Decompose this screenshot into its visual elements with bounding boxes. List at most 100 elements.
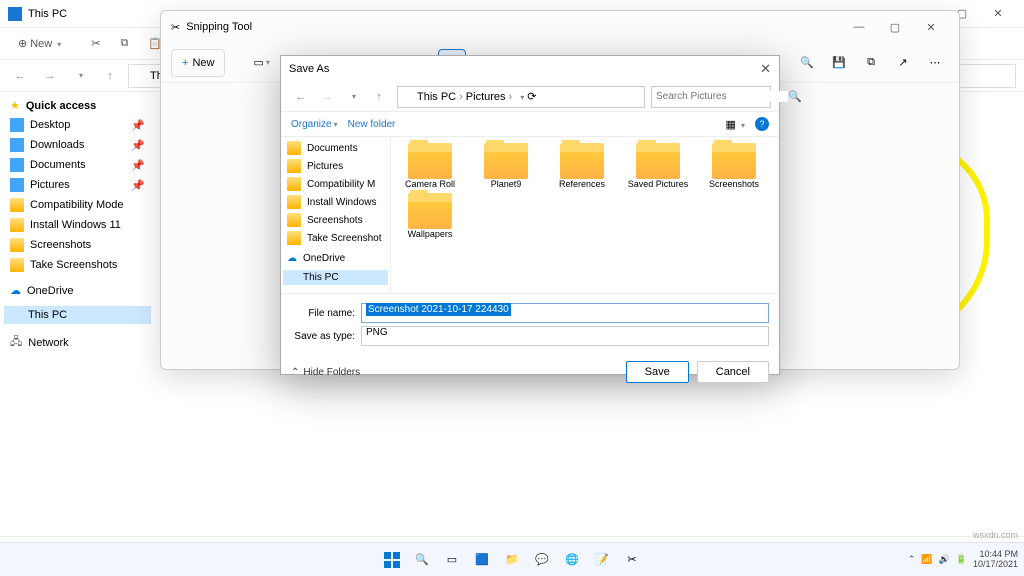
folder-icon [10, 158, 24, 172]
sidebar-item[interactable]: Downloads📌 [4, 135, 151, 155]
mode-button[interactable]: ▭ [247, 49, 275, 77]
sidebar-thispc[interactable]: This PC [4, 306, 151, 324]
forward-button[interactable]: → [315, 85, 339, 109]
explorer-button[interactable]: 📁 [499, 547, 525, 573]
chevron-down-icon[interactable] [518, 91, 524, 103]
sidebar-item[interactable]: Take Screenshot [283, 229, 388, 247]
saveas-address-bar[interactable]: This PC › Pictures › ⟳ [397, 86, 645, 108]
new-snip-button[interactable]: +New [171, 49, 225, 77]
forward-button[interactable]: → [38, 64, 62, 88]
up-button[interactable]: ↑ [367, 85, 391, 109]
app-button[interactable]: 📝 [589, 547, 615, 573]
sidebar-item[interactable]: Documents [283, 139, 388, 157]
history-button[interactable] [68, 64, 92, 88]
snip-titlebar: ✂ Snipping Tool — ▢ ✕ [161, 11, 959, 43]
sidebar-onedrive[interactable]: ☁OneDrive [283, 251, 388, 266]
hide-folders-button[interactable]: ⌃ Hide Folders [291, 367, 360, 378]
folder-item[interactable]: Camera Roll [397, 143, 463, 189]
back-button[interactable]: ← [8, 64, 32, 88]
pc-icon [10, 309, 22, 321]
copy-button[interactable]: ⧉ [112, 33, 136, 54]
new-button[interactable]: ⊕ New [10, 33, 69, 54]
folder-icon [10, 118, 24, 132]
sidebar-item[interactable]: Install Windows [283, 193, 388, 211]
folder-item[interactable]: Wallpapers [397, 193, 463, 239]
folder-item[interactable]: References [549, 143, 615, 189]
save-button[interactable]: 💾 [825, 49, 853, 77]
sidebar-item[interactable]: Compatibility Mode [4, 195, 151, 215]
chrome-button[interactable]: 🌐 [559, 547, 585, 573]
tray-chevron-icon[interactable]: ⌃ [908, 554, 916, 565]
view-button[interactable]: ▦ [726, 118, 745, 131]
close-button[interactable]: ✕ [760, 61, 771, 77]
sidebar-item[interactable]: Pictures📌 [4, 175, 151, 195]
wifi-icon[interactable]: 📶 [921, 554, 932, 565]
filename-label: File name: [291, 308, 355, 319]
sidebar-item[interactable]: Install Windows 11 [4, 215, 151, 235]
back-button[interactable]: ← [289, 85, 313, 109]
saveas-titlebar: Save As ✕ [281, 56, 779, 82]
folder-item[interactable]: Screenshots [701, 143, 767, 189]
maximize-button[interactable]: ▢ [877, 13, 913, 41]
search-input[interactable] [656, 91, 788, 102]
breadcrumb[interactable]: This PC [417, 91, 456, 103]
pc-icon [8, 7, 22, 21]
battery-icon[interactable]: 🔋 [956, 554, 967, 565]
widgets-button[interactable]: 🟦 [469, 547, 495, 573]
sidebar-onedrive[interactable]: ☁OneDrive [4, 281, 151, 300]
network-icon: 🖧 [10, 333, 22, 352]
new-folder-button[interactable]: New folder [348, 119, 396, 130]
sidebar-network[interactable]: 🖧Network [4, 330, 151, 355]
taskbar: 🔍 ▭ 🟦 📁 💬 🌐 📝 ✂ ⌃ 📶 🔊 🔋 10:44 PM 10/17/2… [0, 542, 1024, 576]
snip-icon: ✂ [171, 21, 180, 34]
system-tray[interactable]: ⌃ 📶 🔊 🔋 10:44 PM 10/17/2021 [908, 550, 1018, 570]
search-box[interactable]: 🔍 [651, 86, 771, 108]
help-button[interactable]: ? [755, 117, 769, 131]
folder-icon [10, 258, 24, 272]
folder-item[interactable]: Saved Pictures [625, 143, 691, 189]
folder-icon [10, 138, 24, 152]
sidebar-thispc[interactable]: This PC [283, 270, 388, 285]
cancel-button[interactable]: Cancel [697, 361, 769, 383]
minimize-button[interactable]: — [841, 13, 877, 41]
sidebar-item[interactable]: Take Screenshots [4, 255, 151, 275]
start-button[interactable] [379, 547, 405, 573]
sidebar-item[interactable]: Screenshots [283, 211, 388, 229]
close-button[interactable]: ✕ [913, 13, 949, 41]
cloud-icon: ☁ [10, 284, 21, 297]
chat-button[interactable]: 💬 [529, 547, 555, 573]
sidebar-quick-access[interactable]: ★Quick access [4, 96, 151, 115]
saveas-nav: ← → ↑ This PC › Pictures › ⟳ 🔍 [281, 82, 779, 112]
up-button[interactable]: ↑ [98, 64, 122, 88]
volume-icon[interactable]: 🔊 [939, 554, 950, 565]
filetype-select[interactable]: PNG [361, 326, 769, 346]
folder-item[interactable]: Planet9 [473, 143, 539, 189]
zoom-button[interactable]: 🔍 [793, 49, 821, 77]
history-button[interactable] [341, 85, 365, 109]
breadcrumb[interactable]: Pictures [466, 91, 506, 103]
cut-button[interactable]: ✂ [83, 33, 108, 54]
saveas-content[interactable]: Camera Roll Planet9 References Saved Pic… [391, 137, 779, 293]
pc-icon [402, 92, 414, 102]
taskview-button[interactable]: ▭ [439, 547, 465, 573]
filename-input[interactable]: Screenshot 2021-10-17 224430 [361, 303, 769, 323]
sidebar-item[interactable]: Screenshots [4, 235, 151, 255]
clock-date[interactable]: 10/17/2021 [973, 560, 1018, 570]
saveas-fields: File name: Screenshot 2021-10-17 224430 … [281, 294, 779, 355]
explorer-sidebar: ★Quick access Desktop📌 Downloads📌 Docume… [0, 92, 155, 536]
sidebar-item[interactable]: Documents📌 [4, 155, 151, 175]
organize-button[interactable]: Organize [291, 119, 338, 130]
saveas-footer: ⌃ Hide Folders Save Cancel [281, 355, 779, 389]
sidebar-item[interactable]: Compatibility M [283, 175, 388, 193]
sidebar-item[interactable]: Pictures [283, 157, 388, 175]
copy-button[interactable]: ⧉ [857, 49, 885, 77]
close-button[interactable]: ✕ [980, 0, 1016, 28]
more-button[interactable]: ⋯ [921, 49, 949, 77]
snip-button[interactable]: ✂ [619, 547, 645, 573]
snip-title-text: Snipping Tool [186, 21, 252, 33]
save-button[interactable]: Save [626, 361, 689, 383]
refresh-button[interactable]: ⟳ [527, 90, 536, 103]
sidebar-item[interactable]: Desktop📌 [4, 115, 151, 135]
search-button[interactable]: 🔍 [409, 547, 435, 573]
share-button[interactable]: ↗ [889, 49, 917, 77]
